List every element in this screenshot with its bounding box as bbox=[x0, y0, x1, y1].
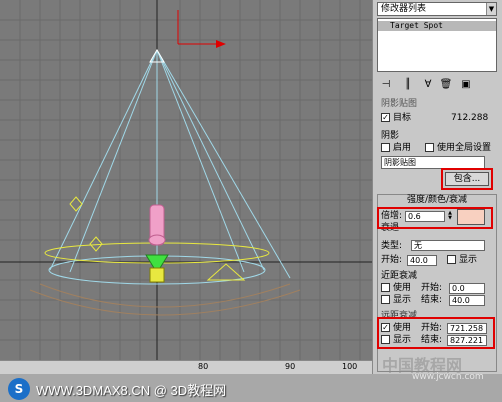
near-end-label: 结束: bbox=[421, 295, 443, 305]
near-use-row[interactable]: 使用 bbox=[381, 282, 411, 294]
shadow-type-partial: 阴影贴图 bbox=[381, 99, 418, 109]
near-start-field[interactable]: 0.0 bbox=[449, 283, 485, 294]
ruler-tick: 90 bbox=[285, 362, 296, 371]
decay-type-label: 类型: bbox=[381, 241, 403, 251]
modifier-list-dropdown[interactable]: 修改器列表 ▼ bbox=[377, 2, 497, 16]
parameters-scroll[interactable]: 阴影贴图 ✓ 目标 712.288 阴影 启用 使用全局设置 阴影贴图 包含...… bbox=[377, 98, 497, 374]
highlight-exclude bbox=[441, 168, 493, 190]
target-checkbox-row[interactable]: ✓ 目标 bbox=[381, 112, 411, 124]
highlight-far-attenuation bbox=[377, 317, 495, 349]
modifier-stack[interactable]: Target Spot bbox=[377, 18, 497, 72]
shadow-header: 阴影 bbox=[381, 131, 400, 141]
target-label: 目标 bbox=[393, 113, 412, 123]
near-show-row[interactable]: 显示 bbox=[381, 294, 411, 306]
decay-show-checkbox[interactable] bbox=[447, 255, 456, 264]
shadow-enable-label: 启用 bbox=[393, 143, 412, 153]
command-panel: 修改器列表 ▼ Target Spot ⊣ ║ ∀ 🗑 ▣ 阴影贴图 ✓ 目标 7… bbox=[372, 0, 502, 374]
decay-show-row[interactable]: 显示 bbox=[447, 254, 477, 266]
near-show-checkbox[interactable] bbox=[381, 295, 390, 304]
ruler-tick: 100 bbox=[342, 362, 358, 371]
near-atten-title: 近距衰减 bbox=[381, 271, 418, 281]
near-use-checkbox[interactable] bbox=[381, 283, 390, 292]
modifier-list-label: 修改器列表 bbox=[381, 4, 427, 14]
target-checkbox[interactable]: ✓ bbox=[381, 113, 390, 122]
shadow-enable-checkbox[interactable] bbox=[381, 143, 390, 152]
shadow-enable-row[interactable]: 启用 bbox=[381, 142, 411, 154]
ruler-tick: 80 bbox=[198, 362, 209, 371]
near-end-field[interactable]: 40.0 bbox=[449, 295, 485, 306]
decay-start-label: 开始: bbox=[381, 255, 403, 265]
near-start-label: 开始: bbox=[421, 283, 443, 293]
shadow-map-value: 阴影贴图 bbox=[384, 158, 416, 167]
perspective-viewport[interactable]: 80 90 100 bbox=[0, 0, 372, 374]
intensity-rollout-title[interactable]: 强度/颜色/衰减 bbox=[377, 194, 497, 206]
target-distance: 712.288 bbox=[451, 113, 489, 123]
stack-item-target-spot[interactable]: Target Spot bbox=[378, 21, 496, 31]
viewport-canvas bbox=[0, 0, 372, 374]
decay-start-field[interactable]: 40.0 bbox=[407, 255, 437, 266]
configure-sets-icon[interactable]: ▣ bbox=[459, 78, 473, 92]
remove-modifier-icon[interactable]: 🗑 bbox=[439, 78, 453, 92]
site-logo: S bbox=[8, 378, 30, 400]
make-unique-icon[interactable]: ∀ bbox=[421, 78, 435, 92]
stack-toolbar: ⊣ ║ ∀ 🗑 ▣ bbox=[377, 76, 497, 94]
timeline-ruler: 80 90 100 bbox=[0, 360, 372, 374]
near-use-label: 使用 bbox=[393, 283, 412, 293]
pin-stack-icon[interactable]: ⊣ bbox=[379, 78, 393, 92]
decay-show-label: 显示 bbox=[459, 255, 478, 265]
watermark-text: WWW.3DMAX8.CN @ 3D教程网 bbox=[36, 383, 227, 398]
global-settings-label: 使用全局设置 bbox=[437, 143, 492, 153]
watermark-site-3: www.jcwcn.com bbox=[412, 372, 484, 382]
decay-type-dropdown[interactable]: 无 bbox=[411, 240, 485, 251]
highlight-multiplier bbox=[377, 207, 493, 229]
chevron-down-icon[interactable]: ▼ bbox=[486, 3, 496, 15]
show-end-result-icon[interactable]: ║ bbox=[401, 78, 415, 92]
global-settings-checkbox[interactable] bbox=[425, 143, 434, 152]
near-show-label: 显示 bbox=[393, 295, 412, 305]
global-settings-row[interactable]: 使用全局设置 bbox=[425, 142, 491, 154]
